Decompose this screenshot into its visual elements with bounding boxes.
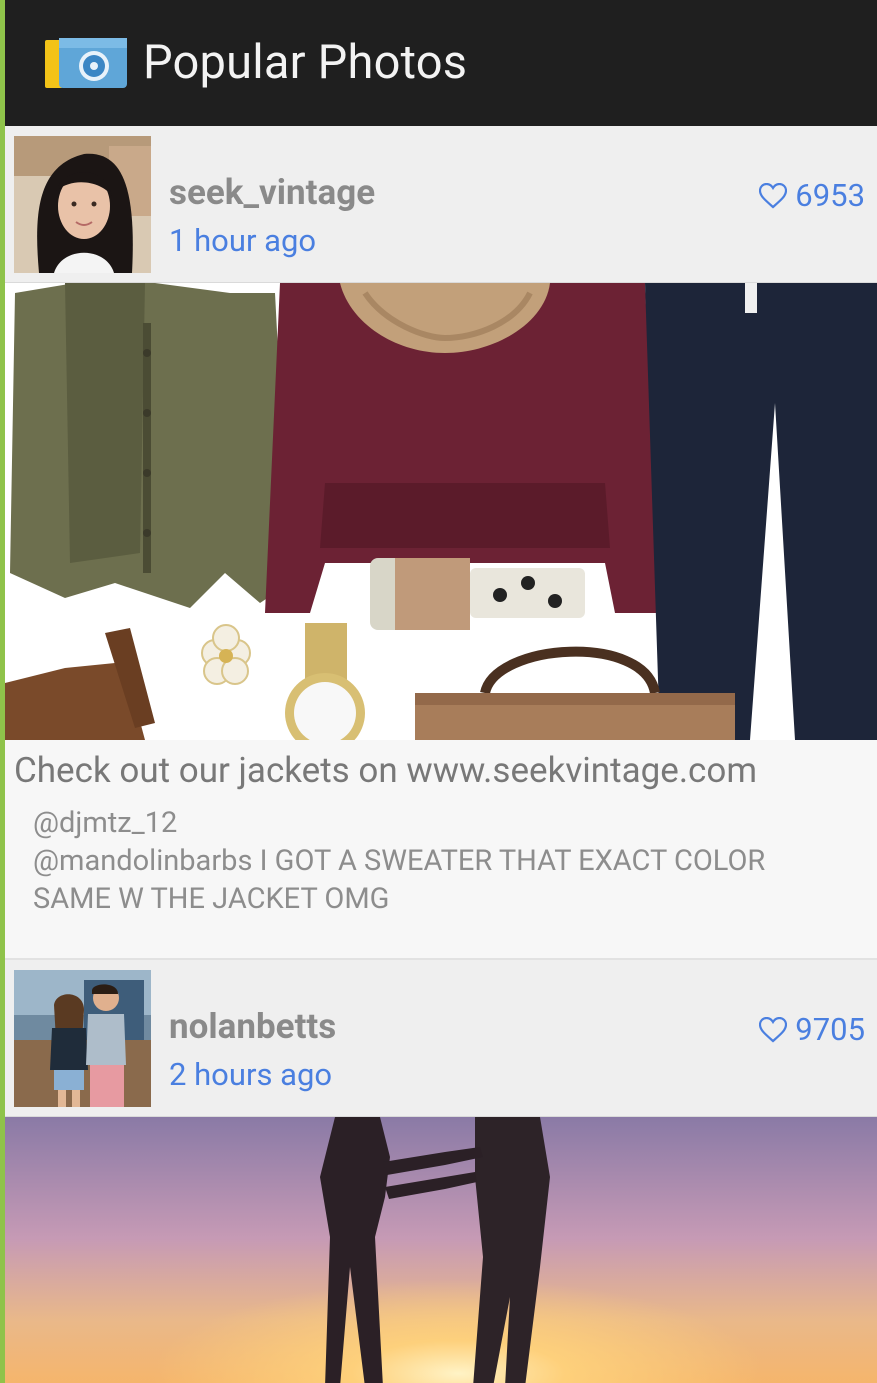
post-timestamp: 1 hour ago (169, 222, 317, 259)
like-count[interactable]: 6953 (759, 177, 865, 214)
post-card[interactable]: seek_vintage 1 hour ago 6953 Check out o… (5, 126, 877, 960)
heart-icon[interactable] (759, 182, 788, 209)
photo-feed[interactable]: seek_vintage 1 hour ago 6953 Check out o… (5, 126, 877, 1383)
heart-icon[interactable] (759, 1016, 788, 1043)
app-title: Popular Photos (143, 35, 468, 90)
post-header: nolanbetts 2 hours ago 9705 (5, 960, 877, 1117)
post-timestamp: 2 hours ago (169, 1056, 333, 1093)
camera-app-icon[interactable] (45, 36, 127, 90)
avatar[interactable] (14, 136, 151, 273)
post-caption: Check out our jackets on www.seekvintage… (14, 750, 758, 791)
post-username[interactable]: nolanbetts (169, 1006, 336, 1047)
avatar[interactable] (14, 970, 151, 1107)
like-count-value: 9705 (795, 1011, 865, 1048)
post-header: seek_vintage 1 hour ago 6953 (5, 126, 877, 283)
post-photo[interactable] (5, 283, 877, 740)
like-count-value: 6953 (795, 177, 865, 214)
app-bar: Popular Photos (5, 0, 877, 126)
comment-item: @djmtz_12 (33, 806, 178, 840)
like-count[interactable]: 9705 (759, 1011, 865, 1048)
post-card[interactable]: nolanbetts 2 hours ago 9705 (5, 960, 877, 1383)
comment-item: @mandolinbarbs I GOT A SWEATER THAT EXAC… (33, 844, 766, 916)
caption-area: Check out our jackets on www.seekvintage… (5, 740, 877, 960)
post-username[interactable]: seek_vintage (169, 172, 375, 213)
comment-list: @djmtz_12 @mandolinbarbs I GOT A SWEATER… (5, 796, 877, 958)
post-photo[interactable] (5, 1117, 877, 1383)
